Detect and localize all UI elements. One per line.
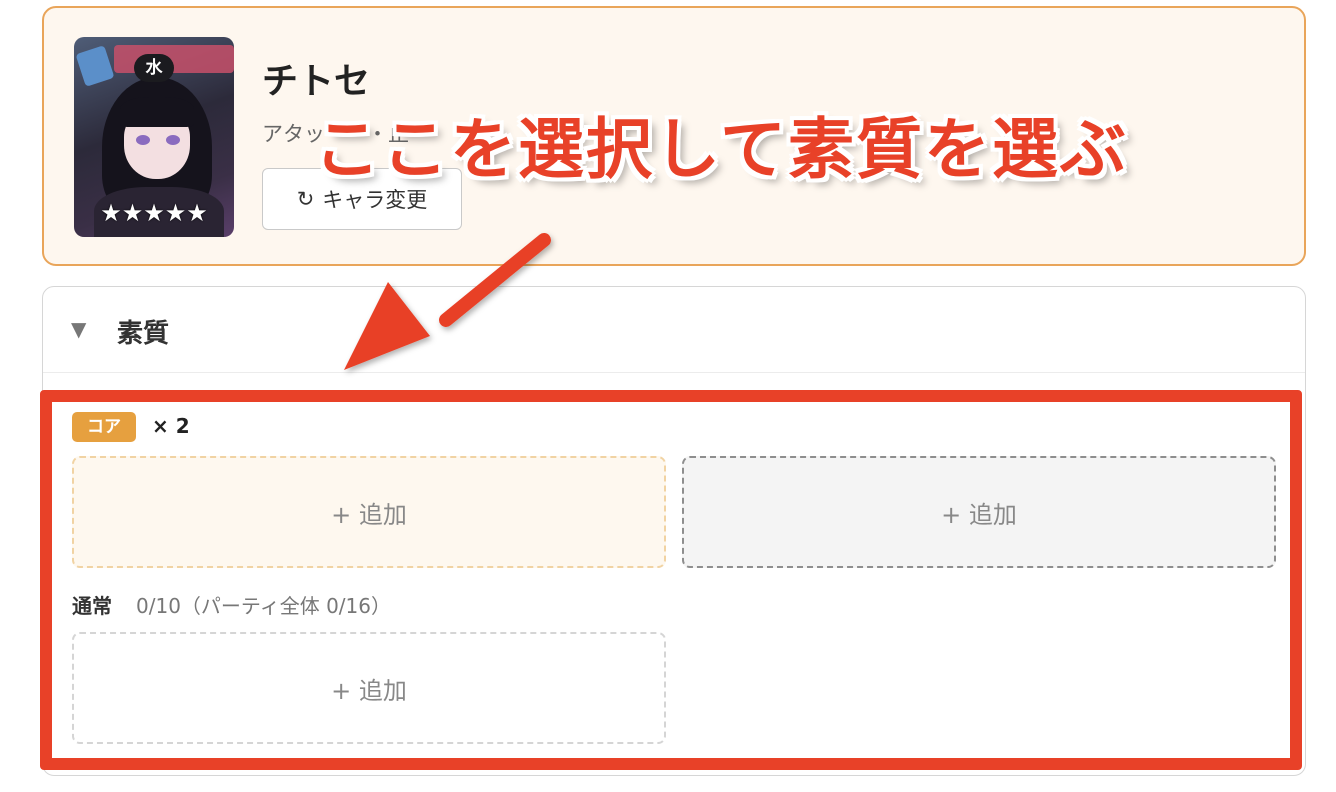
page: 水 ★★★★★ チトセ アタッ・・・止 ↻ キャラ変更 ▼ 素質 コア × 2 … bbox=[0, 0, 1336, 792]
element-badge: 水 bbox=[134, 54, 174, 82]
triangle-down-icon: ▼ bbox=[71, 317, 87, 341]
portrait-bg-banner bbox=[114, 45, 234, 73]
traits-header[interactable]: ▼ 素質 bbox=[43, 287, 1305, 373]
normal-label: 通常 bbox=[72, 594, 112, 618]
normal-slot-add-button[interactable]: + 追加 bbox=[72, 632, 666, 744]
portrait-eye bbox=[136, 135, 150, 145]
character-portrait: 水 ★★★★★ bbox=[74, 37, 234, 237]
traits-title: 素質 bbox=[117, 319, 170, 349]
refresh-icon: ↻ bbox=[296, 187, 315, 211]
core-tag: コア bbox=[72, 412, 136, 442]
core-slot-add-button[interactable]: + 追加 bbox=[72, 456, 666, 568]
core-slot-add-button[interactable]: + 追加 bbox=[682, 456, 1276, 568]
annotation-text: ここを選択して素質を選ぶ bbox=[314, 111, 1129, 188]
rarity-stars: ★★★★★ bbox=[100, 199, 208, 227]
portrait-bg-tile bbox=[75, 45, 115, 87]
portrait-bangs bbox=[120, 97, 194, 127]
core-count: × 2 bbox=[152, 414, 190, 438]
normal-count: 0/10（パーティ全体 0/16） bbox=[136, 594, 391, 618]
portrait-eye bbox=[166, 135, 180, 145]
